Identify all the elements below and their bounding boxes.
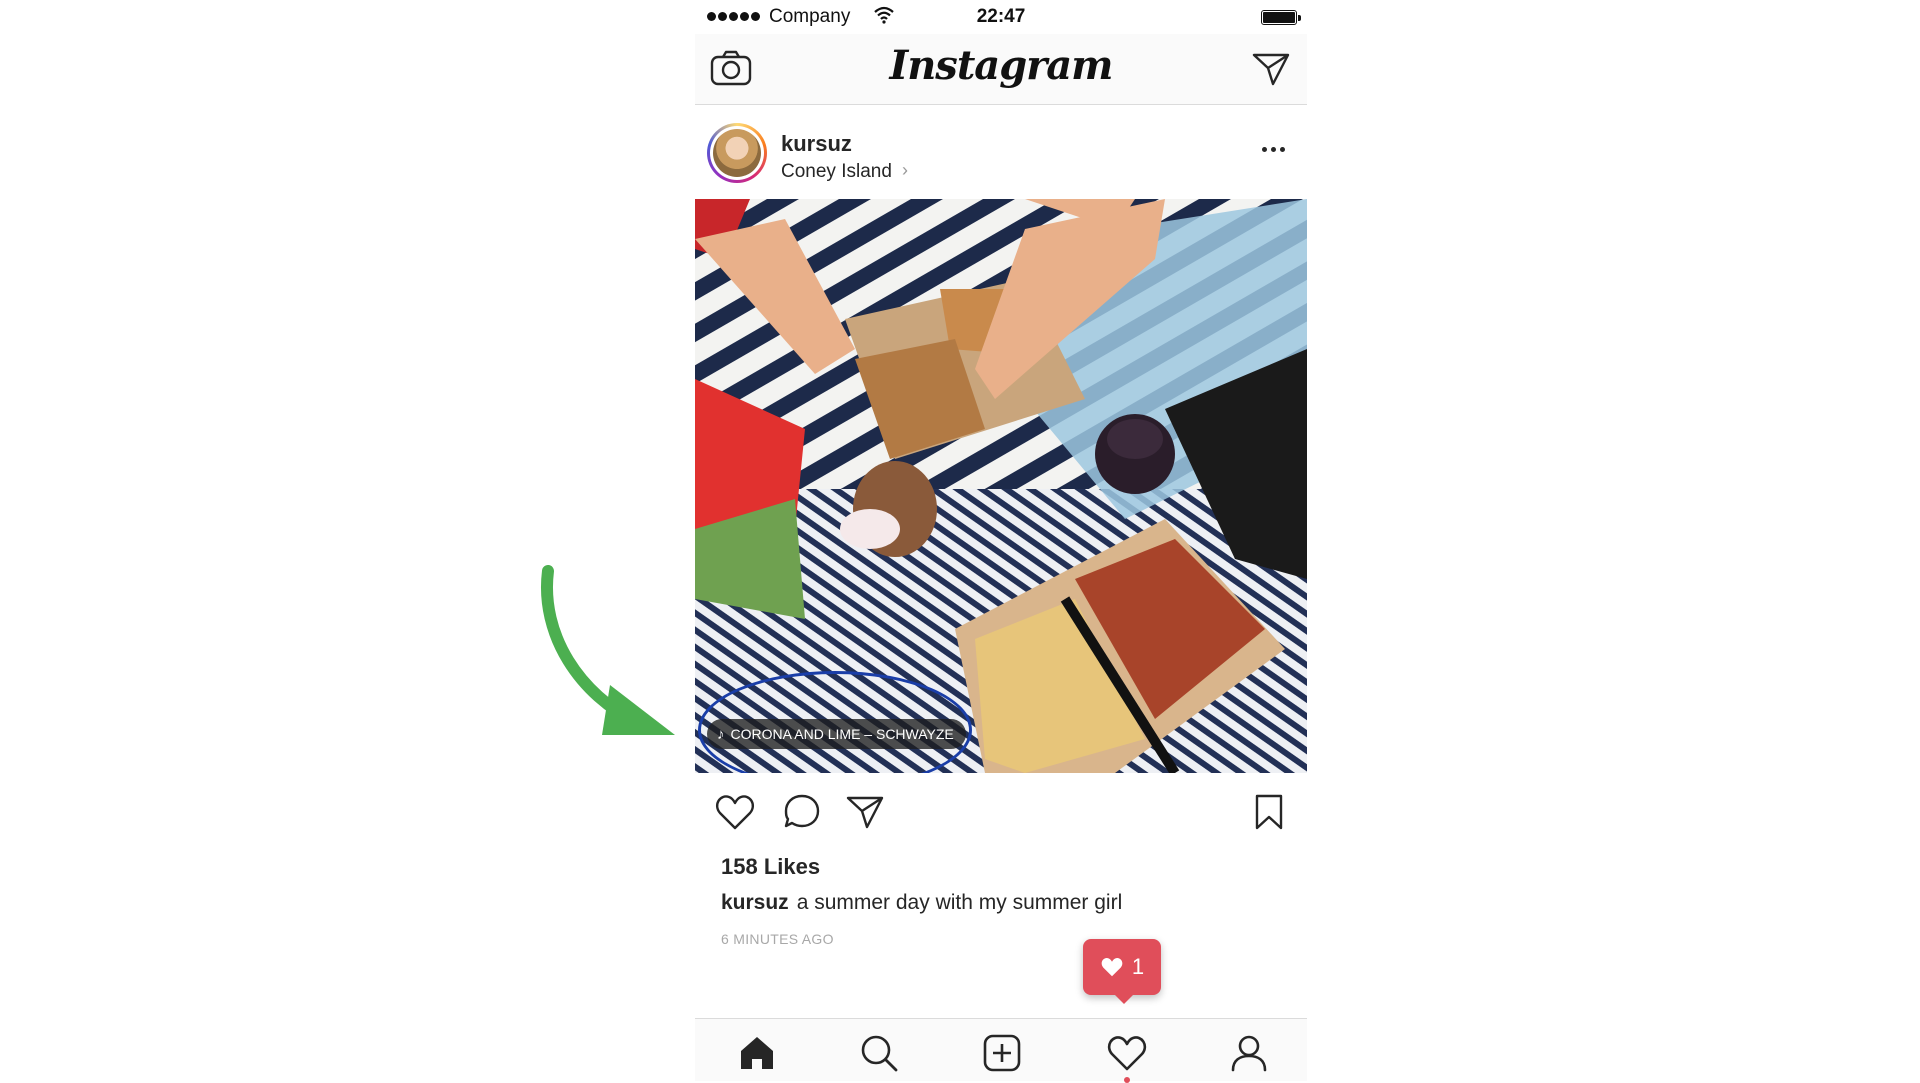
phone-screen: Company 22:47 Instagram kursuz Coney Isl… [695, 0, 1307, 1083]
activity-notification-bubble[interactable]: 1 [1083, 939, 1161, 1004]
post-caption: kursuz a summer day with my summer girl [721, 891, 1122, 915]
post-actions [695, 773, 1307, 853]
more-options-icon[interactable] [1262, 147, 1285, 152]
instagram-logo: Instagram [889, 42, 1114, 89]
annotation-arrow [541, 565, 675, 735]
bookmark-icon[interactable] [1253, 793, 1285, 831]
caption-text: a summer day with my summer girl [796, 891, 1123, 914]
activity-indicator-dot [1124, 1077, 1130, 1083]
activity-heart-icon[interactable] [1107, 1033, 1147, 1073]
home-icon[interactable] [737, 1033, 777, 1073]
notification-count: 1 [1131, 954, 1145, 979]
share-icon[interactable] [845, 793, 885, 831]
heart-icon[interactable] [715, 793, 755, 831]
add-post-icon[interactable] [982, 1033, 1022, 1073]
top-navigation-bar: Instagram [695, 34, 1307, 105]
status-time: 22:47 [976, 6, 1026, 27]
direct-message-icon[interactable] [1251, 50, 1291, 88]
caption-username[interactable]: kursuz [721, 891, 789, 914]
status-bar: Company 22:47 [695, 0, 1307, 34]
likes-count[interactable]: 158 Likes [721, 854, 820, 880]
heart-filled-icon [1101, 958, 1123, 977]
profile-icon[interactable] [1229, 1033, 1269, 1073]
post-header: kursuz Coney Island › [695, 105, 1307, 199]
bottom-tab-bar [695, 1018, 1307, 1083]
chevron-right-icon: › [902, 160, 908, 180]
battery-icon [1261, 10, 1301, 25]
search-icon[interactable] [859, 1033, 899, 1073]
post-location[interactable]: Coney Island [781, 161, 892, 183]
post-username[interactable]: kursuz [781, 131, 852, 157]
comment-icon[interactable] [783, 793, 821, 831]
post-image[interactable]: ♪ CORONA AND LIME – SCHWAYZE [695, 199, 1307, 773]
avatar[interactable] [707, 123, 767, 183]
post-timestamp: 6 MINUTES AGO [721, 931, 834, 947]
